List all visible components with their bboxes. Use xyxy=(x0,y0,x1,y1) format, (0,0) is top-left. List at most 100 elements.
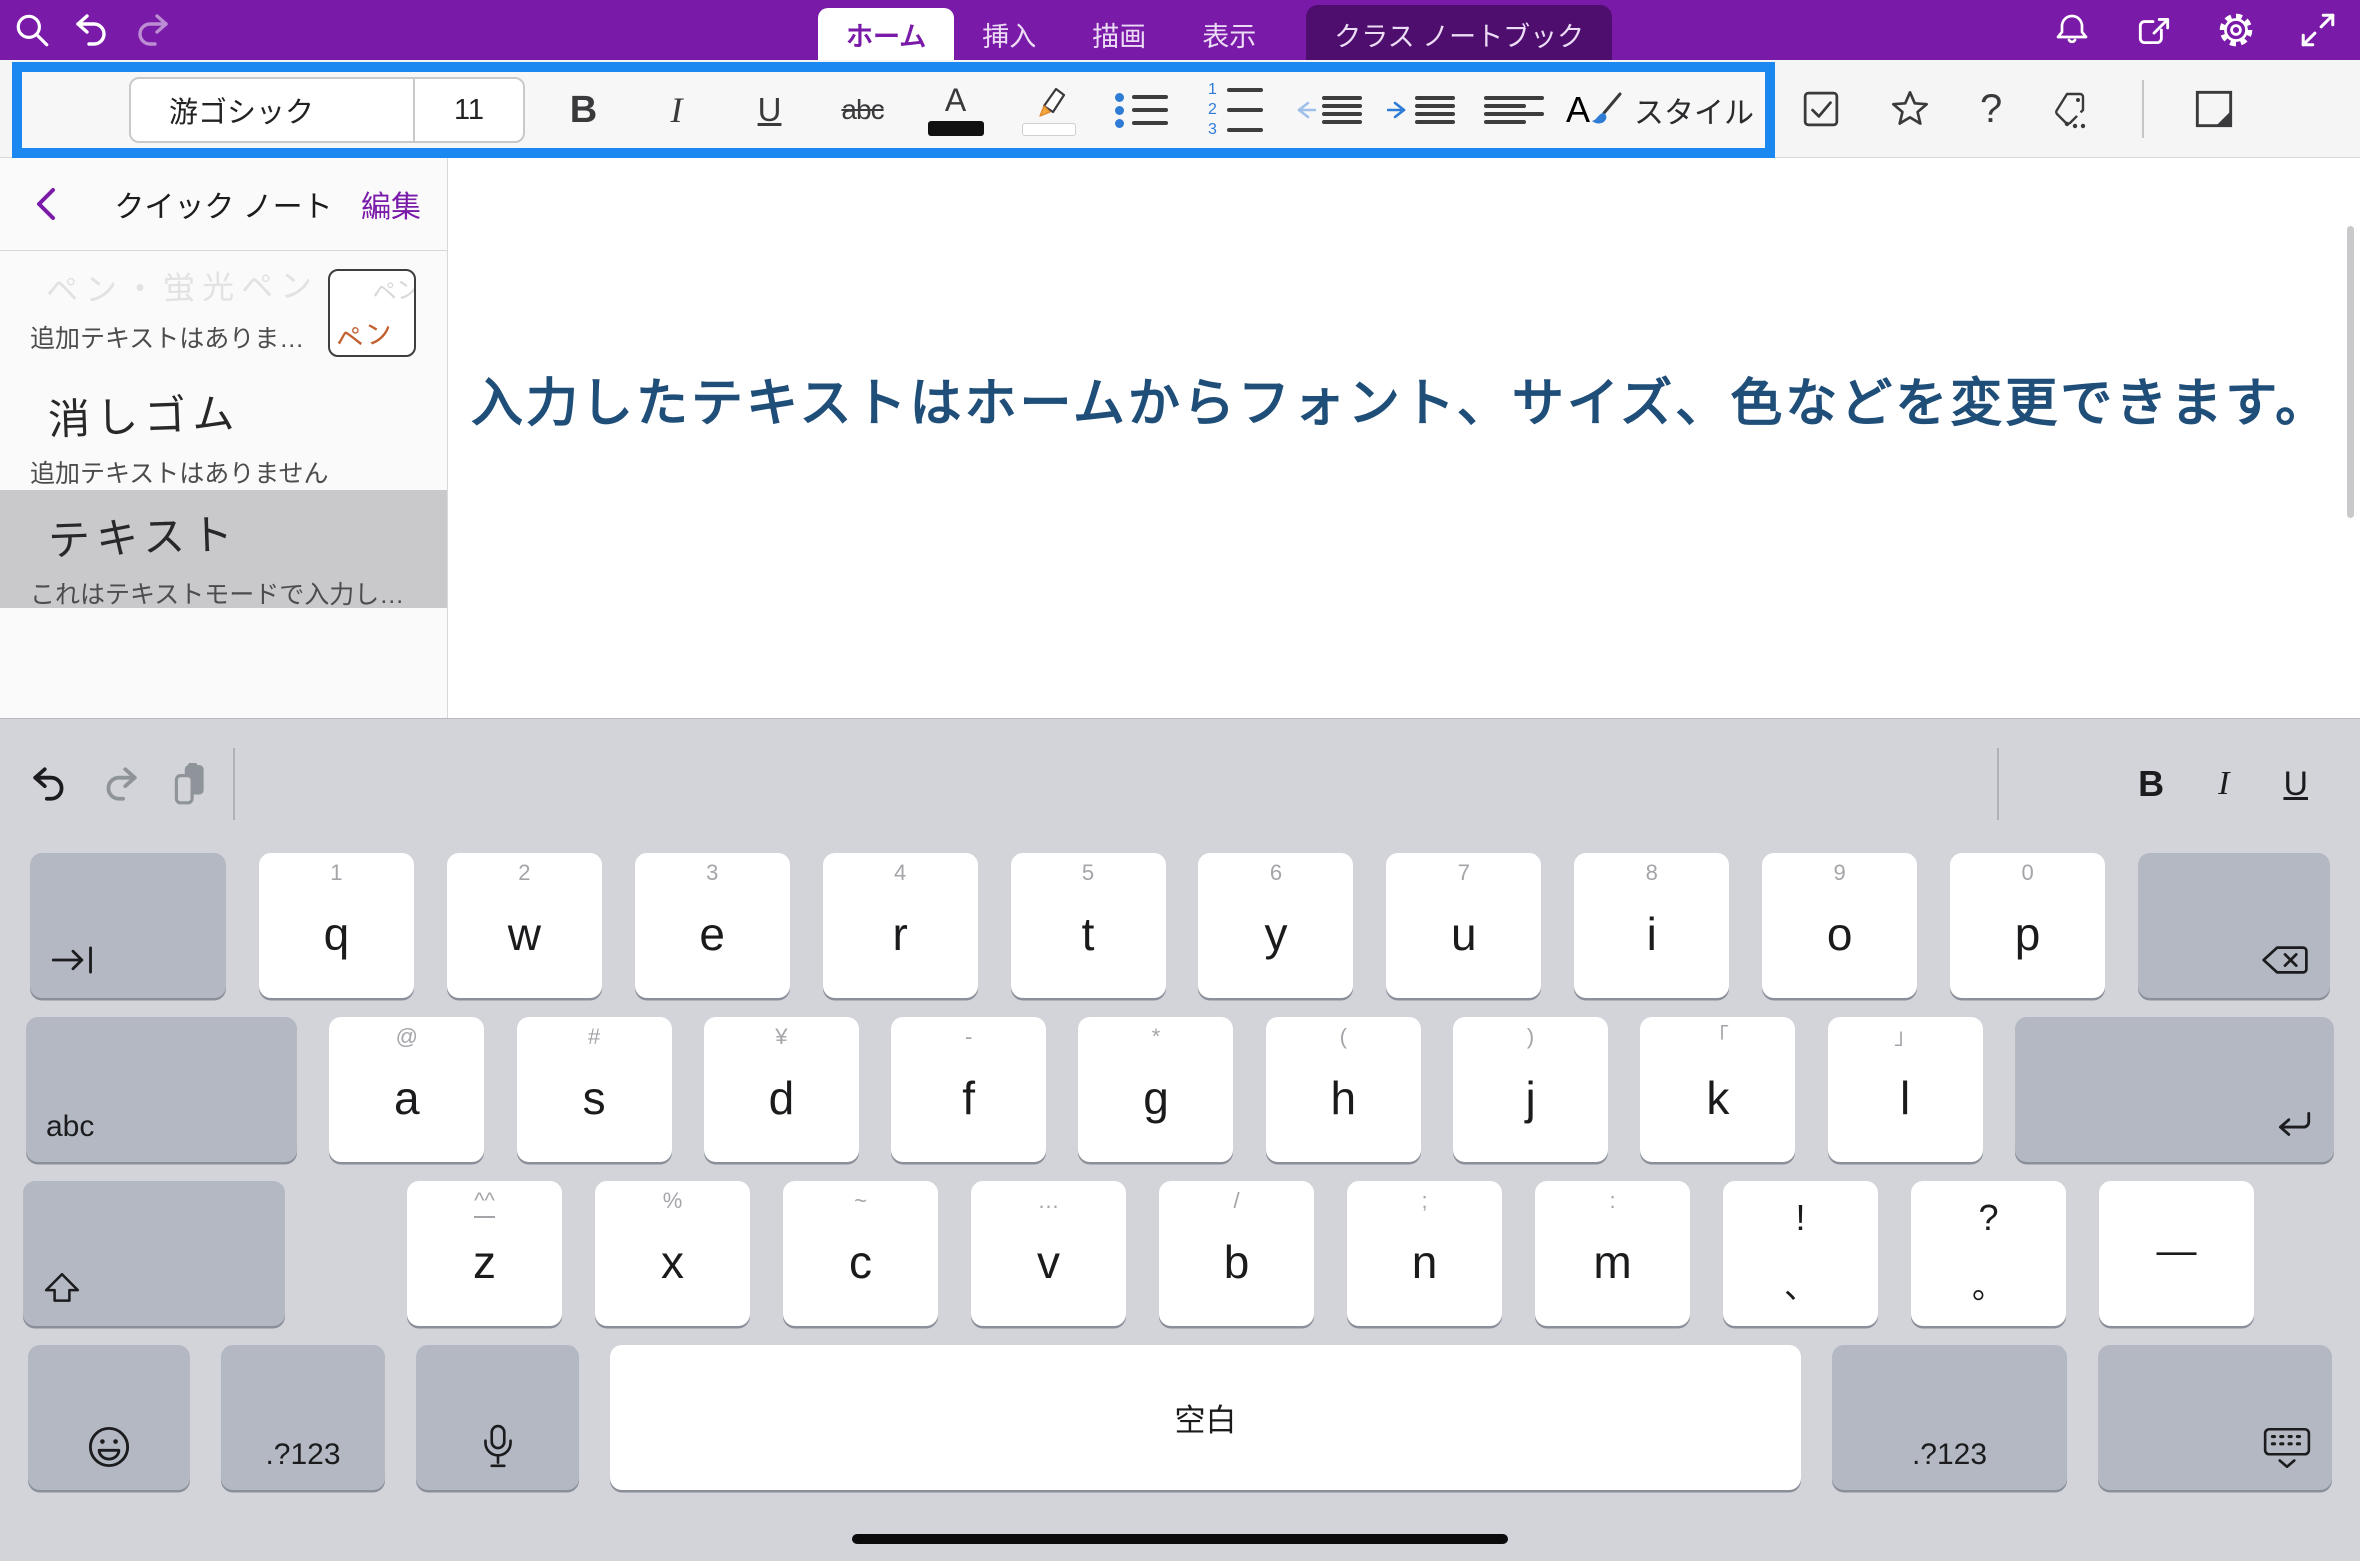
key-n[interactable]: ;n xyxy=(1347,1181,1502,1326)
key-main-label: q xyxy=(259,911,414,957)
key-m[interactable]: :m xyxy=(1535,1181,1690,1326)
ribbon-tab[interactable]: 表示 xyxy=(1174,8,1284,60)
shift-icon xyxy=(43,1270,81,1306)
page-list-item[interactable]: テキストこれはテキストモードで入力し… xyxy=(0,490,447,608)
numbered-list-button[interactable]: 1 2 3 xyxy=(1188,72,1281,148)
key-i[interactable]: 8i xyxy=(1574,853,1729,998)
canvas-scrollbar[interactable] xyxy=(2347,226,2354,518)
key-numbers-left[interactable]: .?123 xyxy=(221,1345,385,1490)
key-y[interactable]: 6y xyxy=(1198,853,1353,998)
key-dash[interactable]: — xyxy=(2099,1181,2254,1326)
highlighter-button[interactable] xyxy=(1002,72,1095,148)
key-s[interactable]: #s xyxy=(517,1017,672,1162)
outdent-button[interactable] xyxy=(1281,72,1374,148)
key-f[interactable]: -f xyxy=(891,1017,1046,1162)
redo-icon[interactable] xyxy=(132,10,172,50)
ribbon-tab[interactable]: 描画 xyxy=(1064,8,1174,60)
undo-icon[interactable] xyxy=(72,10,112,50)
indent-button[interactable] xyxy=(1374,72,1467,148)
edit-button[interactable]: 編集 xyxy=(361,182,421,226)
key-return[interactable] xyxy=(2015,1017,2334,1162)
key-t[interactable]: 5t xyxy=(1011,853,1166,998)
title-bar-right-actions xyxy=(2052,0,2338,60)
key-punct-![interactable]: !、 xyxy=(1723,1181,1878,1326)
kb-redo-icon[interactable] xyxy=(98,762,142,806)
key-p[interactable]: 0p xyxy=(1950,853,2105,998)
highlight-color-swatch xyxy=(1022,123,1076,136)
font-size-dropdown[interactable]: 11 xyxy=(415,79,523,141)
key-numbers-right[interactable]: .?123 xyxy=(1832,1345,2067,1490)
note-body-text[interactable]: 入力したテキストはホームからフォント、サイズ、色などを変更できます。 xyxy=(471,361,2330,436)
key-main-label: k xyxy=(1640,1075,1795,1121)
key-punct-?[interactable]: ?。 xyxy=(1911,1181,2066,1326)
key-u[interactable]: 7u xyxy=(1386,853,1541,998)
star-icon[interactable] xyxy=(1890,89,1930,129)
ribbon-tab[interactable]: クラス ノートブック xyxy=(1306,5,1612,60)
kb-paste-icon[interactable] xyxy=(168,762,212,806)
key-space[interactable]: 空白 xyxy=(610,1345,1801,1490)
ribbon-tab[interactable]: ホーム xyxy=(818,8,954,60)
key-j[interactable]: )j xyxy=(1453,1017,1608,1162)
kb-italic-button[interactable]: I xyxy=(2218,765,2229,803)
key-w[interactable]: 2w xyxy=(447,853,602,998)
key-sub-label: … xyxy=(971,1189,1126,1213)
page-list-item[interactable]: ペン・蛍光ペン追加テキストはありま…ペンペン xyxy=(0,251,447,363)
help-icon[interactable]: ? xyxy=(1980,87,2002,132)
key-a[interactable]: @a xyxy=(329,1017,484,1162)
notifications-bell-icon[interactable] xyxy=(2052,10,2092,50)
ribbon-tab[interactable]: 挿入 xyxy=(954,8,1064,60)
key-l[interactable]: 」l xyxy=(1828,1017,1983,1162)
font-name-dropdown[interactable]: 游ゴシック xyxy=(131,79,415,141)
page-item-thumbnail: ペンペン xyxy=(328,269,416,357)
key-e[interactable]: 3e xyxy=(635,853,790,998)
sidebar-title: クイック ノート xyxy=(114,182,332,226)
key-r[interactable]: 4r xyxy=(823,853,978,998)
expand-icon[interactable] xyxy=(2298,10,2338,50)
styles-button[interactable]: A スタイル xyxy=(1566,88,1754,132)
tag-icon[interactable] xyxy=(2052,89,2092,129)
page-note-icon[interactable] xyxy=(2194,89,2234,129)
dictation-mic-icon xyxy=(416,1424,579,1470)
key-d[interactable]: ¥d xyxy=(704,1017,859,1162)
key-backspace[interactable] xyxy=(2138,853,2330,998)
page-list-item[interactable]: 消しゴム追加テキストはありません xyxy=(0,363,447,490)
numbers-right-label: .?123 xyxy=(1832,1440,2067,1470)
key-g[interactable]: *g xyxy=(1078,1017,1233,1162)
key-dismiss-keyboard[interactable] xyxy=(2098,1345,2332,1490)
key-v[interactable]: …v xyxy=(971,1181,1126,1326)
back-chevron-icon[interactable] xyxy=(34,187,56,221)
key-o[interactable]: 9o xyxy=(1762,853,1917,998)
key-b[interactable]: /b xyxy=(1159,1181,1314,1326)
key-shift[interactable] xyxy=(23,1181,285,1326)
font-color-button[interactable]: A xyxy=(909,72,1002,148)
italic-button[interactable]: I xyxy=(630,72,723,148)
home-indicator[interactable] xyxy=(852,1534,1508,1544)
key-dictation-mic[interactable] xyxy=(416,1345,579,1490)
underline-button[interactable]: U xyxy=(723,72,816,148)
settings-gear-icon[interactable] xyxy=(2216,10,2256,50)
kb-underline-button[interactable]: U xyxy=(2283,765,2308,804)
search-icon[interactable] xyxy=(12,10,52,50)
kb-undo-icon[interactable] xyxy=(28,762,72,806)
alignment-button[interactable] xyxy=(1467,72,1560,148)
key-main-label: a xyxy=(329,1075,484,1121)
strikethrough-button[interactable]: abc xyxy=(816,72,909,148)
key-k[interactable]: 「k xyxy=(1640,1017,1795,1162)
note-canvas[interactable]: 入力したテキストはホームからフォント、サイズ、色などを変更できます。 xyxy=(449,158,2360,718)
kb-bold-button[interactable]: B xyxy=(2138,763,2164,805)
key-z[interactable]: ^^z xyxy=(407,1181,562,1326)
bullet-list-button[interactable] xyxy=(1095,72,1188,148)
key-x[interactable]: %x xyxy=(595,1181,750,1326)
page-list: ペン・蛍光ペン追加テキストはありま…ペンペン消しゴム追加テキストはありませんテキ… xyxy=(0,251,447,608)
key-h[interactable]: (h xyxy=(1266,1017,1421,1162)
key-c[interactable]: ~c xyxy=(783,1181,938,1326)
key-abc[interactable]: abc xyxy=(26,1017,297,1162)
key-sub-label: ) xyxy=(1453,1025,1608,1049)
share-icon[interactable] xyxy=(2134,10,2174,50)
key-q[interactable]: 1q xyxy=(259,853,414,998)
bold-button[interactable]: B xyxy=(537,72,630,148)
key-sub-label: 5 xyxy=(1011,861,1166,885)
key-tab[interactable] xyxy=(30,853,226,998)
todo-checkbox-icon[interactable] xyxy=(1802,90,1840,128)
key-emoji[interactable] xyxy=(28,1345,190,1490)
